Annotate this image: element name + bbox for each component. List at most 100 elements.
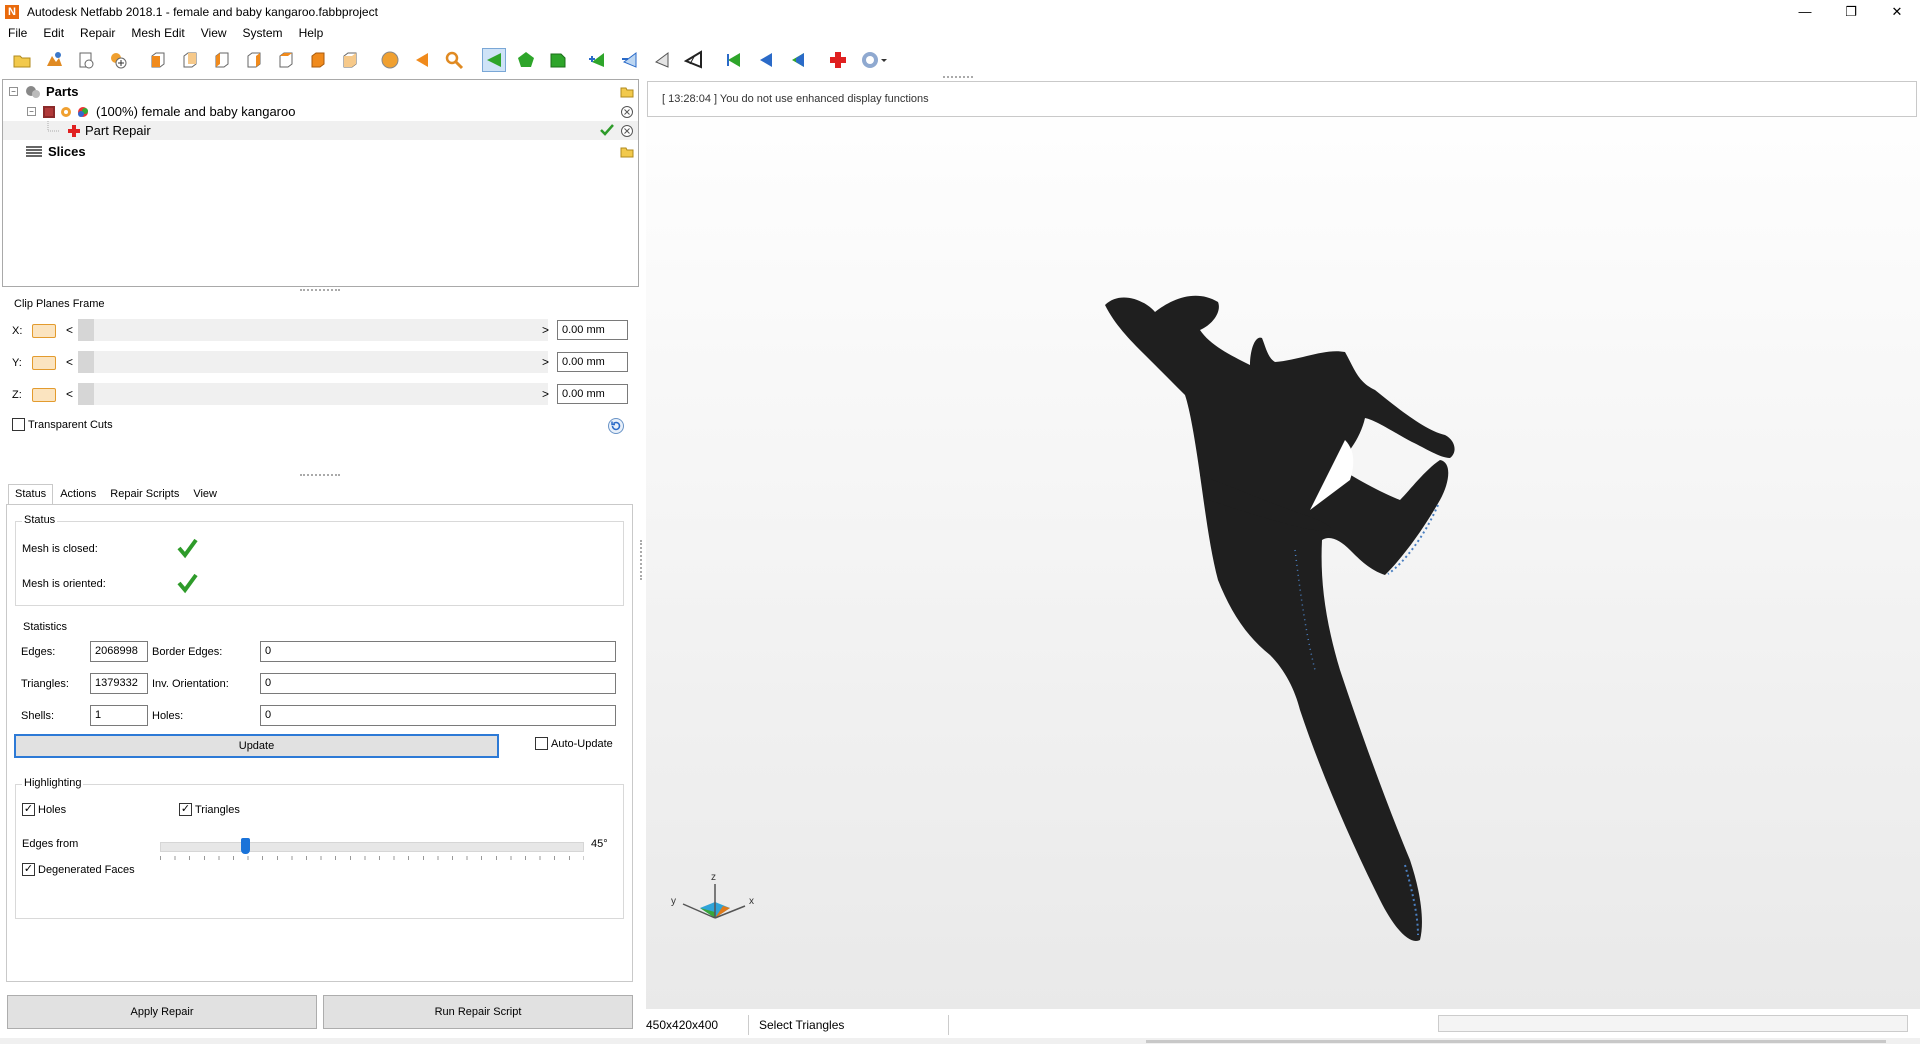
clip-left-arrow[interactable]: < — [66, 387, 73, 401]
clip-plane-toggle-icon[interactable] — [32, 356, 56, 370]
clip-plane-toggle-icon[interactable] — [32, 324, 56, 338]
remove-triangle-icon[interactable] — [619, 49, 641, 71]
view-front-icon[interactable] — [147, 49, 169, 71]
clip-value-input[interactable] — [557, 384, 628, 404]
update-button[interactable]: Update — [14, 734, 499, 758]
open-folder-icon[interactable] — [620, 84, 634, 98]
tab-actions[interactable]: Actions — [53, 484, 103, 505]
holes-check-icon[interactable]: ✓ — [22, 803, 35, 816]
degenerated-faces-checkbox[interactable]: ✓ Degenerated Faces — [22, 863, 135, 876]
clip-right-arrow[interactable]: > — [542, 355, 549, 369]
apply-repair-button[interactable]: Apply Repair — [7, 995, 317, 1029]
clip-value-input[interactable] — [557, 320, 628, 340]
tab-repair-scripts[interactable]: Repair Scripts — [103, 484, 186, 505]
menu-file[interactable]: File — [0, 26, 35, 40]
clip-slider-thumb[interactable] — [78, 383, 94, 405]
menu-view[interactable]: View — [193, 26, 235, 40]
view-top-icon[interactable] — [275, 49, 297, 71]
part-color-icon[interactable] — [76, 105, 90, 119]
inv-orientation-field[interactable]: 0 — [260, 673, 616, 694]
view-left-icon[interactable] — [211, 49, 233, 71]
clip-left-arrow[interactable]: < — [66, 355, 73, 369]
border-edges-field[interactable]: 0 — [260, 641, 616, 662]
remove-part-icon[interactable] — [620, 105, 634, 119]
deselect-icon[interactable] — [787, 49, 809, 71]
select-surface-icon[interactable] — [515, 49, 537, 71]
checkbox-box[interactable] — [12, 418, 25, 431]
holes-field[interactable]: 0 — [260, 705, 616, 726]
tree-node-part-repair[interactable]: Part Repair — [3, 121, 638, 140]
panel-splitter[interactable] — [300, 289, 340, 293]
view-back-icon[interactable] — [179, 49, 201, 71]
grey-triangle-icon[interactable] — [651, 49, 673, 71]
clip-slider[interactable] — [78, 351, 548, 373]
tree-node-parts[interactable]: − Parts — [3, 82, 638, 101]
clip-right-arrow[interactable]: > — [542, 323, 549, 337]
select-all-icon[interactable] — [723, 49, 745, 71]
apply-check-icon[interactable] — [600, 123, 614, 137]
restore-button[interactable]: ❐ — [1828, 0, 1874, 23]
menu-mesh-edit[interactable]: Mesh Edit — [123, 26, 192, 40]
shells-field[interactable]: 1 — [90, 705, 148, 726]
menu-system[interactable]: System — [235, 26, 291, 40]
add-triangle-icon[interactable] — [587, 49, 609, 71]
open-project-icon[interactable] — [11, 49, 33, 71]
shading-icon[interactable] — [379, 49, 401, 71]
edges-field[interactable]: 2068998 — [90, 641, 148, 662]
holes-checkbox[interactable]: ✓ Holes — [22, 803, 66, 816]
part-expander-icon[interactable]: − — [27, 107, 36, 116]
view-right-icon[interactable] — [243, 49, 265, 71]
close-window-button[interactable]: ✕ — [1874, 0, 1920, 23]
edges-from-slider-thumb[interactable] — [240, 838, 250, 854]
triangles-checkbox[interactable]: ✓ Triangles — [179, 803, 240, 816]
invert-selection-icon[interactable] — [755, 49, 777, 71]
edges-from-slider[interactable] — [160, 842, 584, 852]
run-repair-script-button[interactable]: Run Repair Script — [323, 995, 633, 1029]
clip-value-input[interactable] — [557, 352, 628, 372]
clip-right-arrow[interactable]: > — [542, 387, 549, 401]
menu-edit[interactable]: Edit — [35, 26, 72, 40]
part-visible-icon[interactable] — [59, 105, 73, 119]
scrollbar-thumb[interactable] — [1146, 1040, 1886, 1043]
previous-icon[interactable] — [411, 49, 433, 71]
clip-plane-toggle-icon[interactable] — [32, 388, 56, 402]
console-splitter[interactable] — [943, 76, 973, 79]
degenerated-check-icon[interactable]: ✓ — [22, 863, 35, 876]
menu-help[interactable]: Help — [291, 26, 332, 40]
parts-expander-icon[interactable]: − — [9, 87, 18, 96]
clip-slider-thumb[interactable] — [78, 351, 94, 373]
help-dropdown-icon[interactable] — [859, 49, 889, 71]
triangles-check-icon[interactable]: ✓ — [179, 803, 192, 816]
panel-splitter[interactable] — [300, 474, 340, 478]
zoom-icon[interactable] — [443, 49, 465, 71]
select-triangles-icon[interactable] — [482, 48, 506, 72]
menu-repair[interactable]: Repair — [72, 26, 123, 40]
triangles-field[interactable]: 1379332 — [90, 673, 148, 694]
add-new-icon[interactable] — [107, 49, 129, 71]
minimize-button[interactable]: — — [1782, 0, 1828, 23]
transparent-cuts-checkbox[interactable]: Transparent Cuts — [12, 418, 113, 431]
auto-update-checkbox[interactable]: Auto-Update — [535, 737, 613, 750]
view-iso-icon[interactable] — [339, 49, 361, 71]
new-project-icon[interactable] — [75, 49, 97, 71]
add-part-icon[interactable] — [43, 49, 65, 71]
cancel-repair-icon[interactable] — [620, 124, 634, 138]
view-bottom-icon[interactable] — [307, 49, 329, 71]
tab-status[interactable]: Status — [8, 484, 54, 505]
checkbox-box[interactable] — [535, 737, 548, 750]
vertical-splitter[interactable] — [640, 540, 643, 580]
outline-triangle-icon[interactable] — [683, 49, 705, 71]
clip-left-arrow[interactable]: < — [66, 323, 73, 337]
horizontal-scrollbar[interactable] — [0, 1038, 1920, 1044]
clip-slider[interactable] — [78, 383, 548, 405]
tree-node-slices[interactable]: Slices — [3, 142, 638, 161]
clip-slider[interactable] — [78, 319, 548, 341]
reset-clip-icon[interactable] — [607, 417, 625, 435]
clip-slider-thumb[interactable] — [78, 319, 94, 341]
slices-folder-icon[interactable] — [620, 144, 634, 158]
kangaroo-mesh-model[interactable] — [1100, 290, 1550, 950]
tab-view[interactable]: View — [186, 484, 224, 505]
select-shell-icon[interactable] — [547, 49, 569, 71]
tree-node-part[interactable]: − (100%) female and baby kangaroo — [3, 102, 638, 121]
repair-cross-icon[interactable] — [827, 49, 849, 71]
